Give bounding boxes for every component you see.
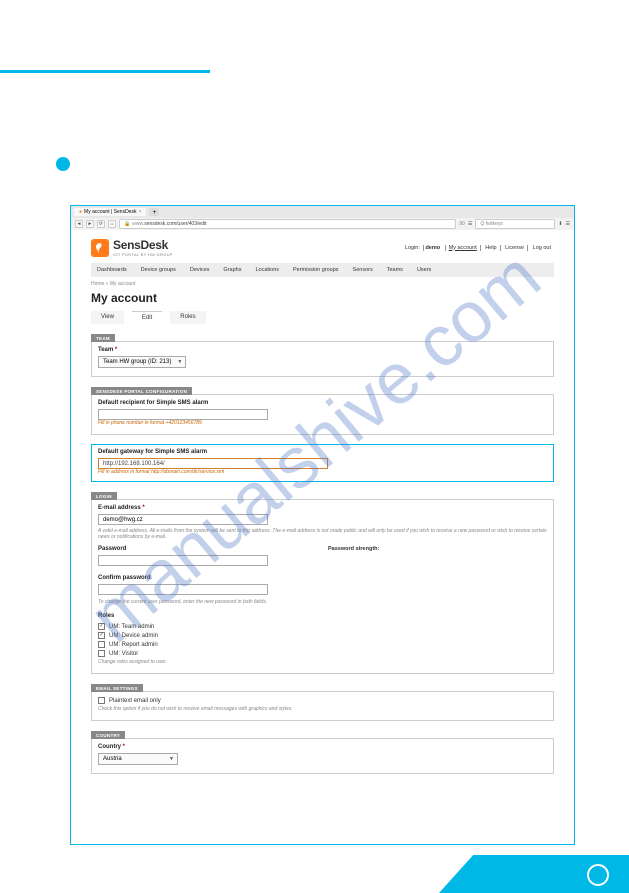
portal-section-label: SENSDESК PORTAL CONFIGURATION	[91, 387, 192, 395]
section-country: COUNTRY Country * Austria	[91, 731, 554, 774]
section-portal-config: SENSDESК PORTAL CONFIGURATION Default re…	[91, 387, 554, 435]
downloads-icon[interactable]: ⬇	[558, 221, 562, 227]
browser-tab-strip: ● My account | SensDesk × +	[71, 206, 574, 218]
confirm-password-input[interactable]	[98, 584, 268, 595]
page-content: SensDesk IOT PORTAL BY HW GROUP Login: d…	[71, 230, 574, 804]
nav-device-groups[interactable]: Device groups	[141, 267, 176, 273]
confirm-password-label: Confirm password	[98, 575, 547, 581]
brand-name: SensDesk	[113, 238, 173, 252]
checkbox-icon[interactable]: ✓	[98, 632, 105, 639]
nav-permission-groups[interactable]: Permission groups	[293, 267, 339, 273]
sms-recipient-hint: Fill in phone number in format +42012345…	[98, 420, 547, 426]
license-link[interactable]: License	[502, 245, 528, 251]
roles-list: ✓ UM: Team admin ✓ UM: Device admin UM: …	[98, 623, 547, 657]
checkbox-icon[interactable]	[98, 641, 105, 648]
nav-sensors[interactable]: Sensors	[353, 267, 373, 273]
tab-view[interactable]: View	[91, 311, 124, 324]
login-section-label: LOGIN	[91, 492, 117, 500]
nav-devices[interactable]: Devices	[190, 267, 210, 273]
nav-dashboards[interactable]: Dashboards	[97, 267, 127, 273]
top-accent-line	[0, 70, 210, 73]
checkbox-icon[interactable]	[98, 650, 105, 657]
nav-locations[interactable]: Locations	[255, 267, 279, 273]
roles-label: Roles	[98, 613, 547, 619]
tab-close-icon[interactable]: ×	[138, 209, 141, 215]
team-select[interactable]: Team HW group (ID: 213)	[98, 356, 186, 368]
login-info: Login: demo	[399, 245, 446, 251]
email-settings-hint: Check this option if you do not wish to …	[98, 706, 547, 712]
team-section-label: TEAM	[91, 334, 115, 342]
role-device-admin[interactable]: ✓ UM: Device admin	[98, 632, 547, 639]
checkbox-icon[interactable]	[98, 697, 105, 704]
my-account-link[interactable]: My account	[446, 245, 481, 251]
team-label: Team *	[98, 347, 547, 353]
site-logo[interactable]: SensDesk IOT PORTAL BY HW GROUP	[91, 238, 173, 257]
section-team: TEAM Team * Team HW group (ID: 213)	[91, 334, 554, 377]
password-hint: To change the current user password, ent…	[98, 599, 547, 605]
section-email-settings: EMAIL SETTINGS Plaintext email only Chec…	[91, 684, 554, 721]
footer-circle-icon	[587, 864, 609, 886]
nav-graphs[interactable]: Graphs	[223, 267, 241, 273]
page-title: My account	[91, 291, 554, 305]
section-login: LOGIN E-mail address * demo@hwg.cz A val…	[91, 492, 554, 674]
gateway-hint: Fill in address in format http://domain.…	[98, 469, 547, 475]
password-label: Password	[98, 546, 268, 552]
role-team-admin[interactable]: ✓ UM: Team admin	[98, 623, 547, 630]
address-bar: ◄ ► ⟳ ⌂ 🔒 www.sensdesk.com/user/403/edit…	[71, 218, 574, 230]
top-links: Login: demo My account Help License Log …	[399, 245, 554, 251]
sms-recipient-input[interactable]	[98, 409, 268, 420]
country-label: Country *	[98, 744, 547, 750]
role-visitor[interactable]: UM: Visitor	[98, 650, 547, 657]
tab-edit[interactable]: Edit	[132, 311, 162, 324]
help-link[interactable]: Help	[482, 245, 500, 251]
email-label: E-mail address *	[98, 505, 547, 511]
email-settings-section-label: EMAIL SETTINGS	[91, 684, 143, 692]
country-section-label: COUNTRY	[91, 731, 125, 739]
checkbox-icon[interactable]: ✓	[98, 623, 105, 630]
url-input[interactable]: 🔒 www.sensdesk.com/user/403/edit	[119, 219, 456, 229]
section-sms-gateway: Default gateway for Simple SMS alarm htt…	[91, 444, 554, 482]
country-select[interactable]: Austria	[98, 753, 178, 765]
main-nav: Dashboards Device groups Devices Graphs …	[91, 263, 554, 277]
gateway-input[interactable]: http://192.168.100.164/	[98, 458, 328, 469]
ssl-indicator: 90	[459, 221, 465, 227]
sms-recipient-label: Default recipient for Simple SMS alarm	[98, 400, 547, 406]
reload-button[interactable]: ⟳	[97, 220, 105, 228]
reader-icon[interactable]: ☰	[468, 221, 472, 227]
new-tab-button[interactable]: +	[149, 208, 159, 216]
tab-title: My account | SensDesk	[84, 209, 136, 215]
email-hint: A valid e-mail address. All e-mails from…	[98, 528, 547, 540]
browser-search-input[interactable]: Q hotkeys	[475, 219, 555, 229]
plaintext-email-row[interactable]: Plaintext email only	[98, 697, 547, 704]
bullet-dot	[56, 157, 70, 171]
forward-button[interactable]: ►	[86, 220, 94, 228]
back-button[interactable]: ◄	[75, 220, 83, 228]
tab-roles[interactable]: Roles	[170, 311, 205, 324]
brand-tagline: IOT PORTAL BY HW GROUP	[113, 252, 173, 257]
home-button[interactable]: ⌂	[108, 220, 116, 228]
subtabs: View Edit Roles	[91, 311, 554, 324]
password-strength-label: Password strength:	[328, 546, 379, 552]
password-input[interactable]	[98, 555, 268, 566]
roles-hint: Change roles assigned to user.	[98, 659, 547, 665]
gateway-label: Default gateway for Simple SMS alarm	[98, 449, 547, 455]
browser-window: ● My account | SensDesk × + ◄ ► ⟳ ⌂ 🔒 ww…	[70, 205, 575, 845]
browser-tab[interactable]: ● My account | SensDesk ×	[74, 208, 146, 216]
breadcrumb: Home » My account	[91, 281, 554, 287]
logout-link[interactable]: Log out	[530, 245, 554, 251]
email-input[interactable]: demo@hwg.cz	[98, 514, 268, 525]
tab-favicon: ●	[79, 209, 82, 215]
role-report-admin[interactable]: UM: Report admin	[98, 641, 547, 648]
menu-icon[interactable]: ☰	[566, 221, 570, 227]
nav-users[interactable]: Users	[417, 267, 431, 273]
nav-teams[interactable]: Teams	[387, 267, 403, 273]
logo-icon	[91, 239, 109, 257]
